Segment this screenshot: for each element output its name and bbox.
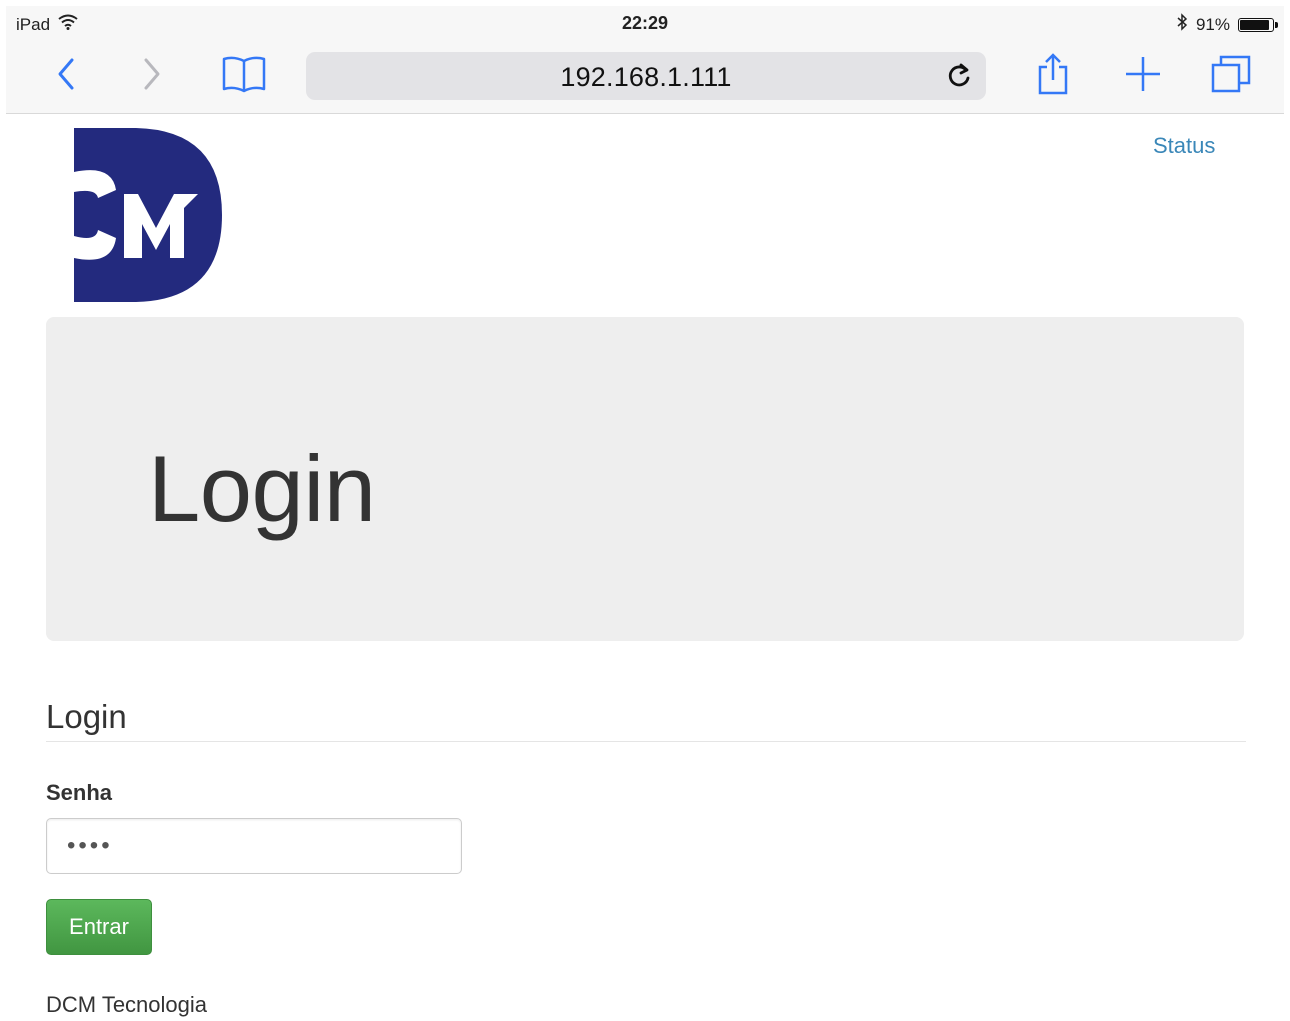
footer-text: DCM Tecnologia: [46, 992, 208, 1017]
browser-toolbar: 192.168.1.111: [6, 46, 1284, 106]
status-bar: iPad 22:29 91%: [6, 6, 1284, 40]
password-input[interactable]: [46, 818, 462, 874]
reload-button[interactable]: [944, 61, 974, 91]
battery-icon: [1238, 17, 1278, 32]
share-button[interactable]: [1030, 52, 1076, 96]
address-bar[interactable]: 192.168.1.111: [306, 52, 986, 100]
share-icon: [1038, 53, 1068, 95]
back-icon: [58, 58, 74, 90]
password-label: Senha: [46, 780, 113, 805]
new-tab-button[interactable]: [1120, 52, 1166, 96]
status-link[interactable]: Status: [1153, 133, 1215, 159]
battery-fill: [1240, 19, 1270, 30]
back-button[interactable]: [48, 52, 84, 96]
bookmarks-icon: [222, 56, 266, 93]
page-title: Login: [148, 436, 376, 541]
tabs-icon: [1211, 55, 1251, 93]
dcm-logo: [74, 128, 224, 302]
forward-button[interactable]: [134, 52, 170, 96]
submit-button[interactable]: Entrar: [46, 899, 152, 955]
browser-chrome: iPad 22:29 91% 192.168.1.111: [6, 6, 1284, 114]
battery-percent: 91%: [1195, 14, 1230, 34]
section-divider: [46, 741, 1246, 742]
form-section-title: Login: [46, 698, 127, 735]
reload-icon: [948, 63, 970, 87]
bluetooth-icon: [1176, 13, 1188, 36]
status-time: 22:29: [621, 13, 669, 33]
tabs-button[interactable]: [1206, 52, 1256, 96]
status-bar-right: 91%: [1176, 13, 1278, 36]
url-text: 192.168.1.111: [560, 62, 732, 92]
forward-icon: [144, 58, 160, 90]
jumbotron: Login: [46, 317, 1244, 641]
new-tab-icon: [1126, 57, 1160, 91]
bookmarks-button[interactable]: [216, 52, 272, 96]
